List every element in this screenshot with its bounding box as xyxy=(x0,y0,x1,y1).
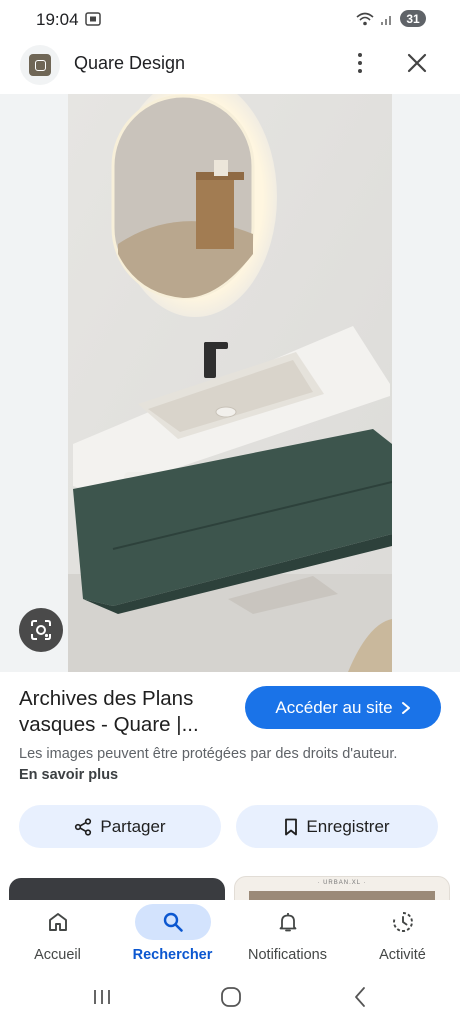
activity-icon xyxy=(392,912,413,932)
home-icon xyxy=(48,913,67,931)
copyright-notice: Les images peuvent être protégées par de… xyxy=(19,744,419,786)
site-name[interactable]: Quare Design xyxy=(74,53,185,74)
nav-label-activity: Activité xyxy=(379,947,426,963)
screen-record-icon xyxy=(85,12,101,26)
status-bar: 19:04 31 xyxy=(0,0,460,40)
visit-site-label: Accéder au site xyxy=(275,697,393,717)
product-image[interactable] xyxy=(68,94,392,672)
google-lens-button[interactable] xyxy=(19,608,63,652)
bottom-navigation: Accueil Rechercher Notifications Activit… xyxy=(0,900,460,972)
nav-label-home: Accueil xyxy=(34,947,81,963)
share-label: Partager xyxy=(100,816,166,836)
share-button[interactable]: Partager xyxy=(19,805,221,848)
nav-label-search: Rechercher xyxy=(132,947,213,963)
copyright-text: Les images peuvent être protégées par de… xyxy=(19,746,398,762)
signal-icon xyxy=(381,15,391,25)
save-button[interactable]: Enregistrer xyxy=(236,805,438,848)
related-image-thumbnail[interactable]: · URBAN.XL · xyxy=(234,876,450,900)
nav-item-notifications[interactable]: Notifications xyxy=(230,900,345,972)
share-icon xyxy=(75,817,92,836)
bell-icon xyxy=(279,913,296,932)
bookmark-icon xyxy=(285,818,298,835)
wifi-icon xyxy=(356,12,374,25)
close-icon[interactable] xyxy=(402,48,432,78)
system-navigation-bar xyxy=(0,972,460,1024)
nav-label-notifications: Notifications xyxy=(248,947,327,963)
chevron-right-icon xyxy=(401,701,410,714)
learn-more-link[interactable]: En savoir plus xyxy=(19,767,118,783)
recent-apps-icon[interactable] xyxy=(87,984,117,1010)
related-image-thumbnail[interactable] xyxy=(9,878,225,900)
nav-item-home[interactable]: Accueil xyxy=(0,900,115,972)
battery-indicator: 31 xyxy=(400,10,426,27)
related-thumb-label: · URBAN.XL · xyxy=(317,880,367,886)
viewer-header: Quare Design xyxy=(0,40,460,94)
status-icons: 31 xyxy=(356,10,426,27)
back-icon[interactable] xyxy=(345,984,375,1010)
more-options-icon[interactable] xyxy=(346,48,374,78)
site-logo[interactable] xyxy=(20,45,60,85)
related-images-row: · URBAN.XL · xyxy=(0,876,460,900)
home-button-icon[interactable] xyxy=(216,984,246,1010)
lens-icon xyxy=(31,620,51,640)
search-icon xyxy=(163,912,183,932)
visit-site-button[interactable]: Accéder au site xyxy=(245,686,441,729)
image-preview-area xyxy=(0,94,460,672)
status-time: 19:04 xyxy=(36,10,79,29)
nav-item-activity[interactable]: Activité xyxy=(345,900,460,972)
save-label: Enregistrer xyxy=(306,816,390,836)
nav-item-search[interactable]: Rechercher xyxy=(115,900,230,972)
result-title[interactable]: Archives des Plans vasques - Quare |... xyxy=(19,686,234,738)
